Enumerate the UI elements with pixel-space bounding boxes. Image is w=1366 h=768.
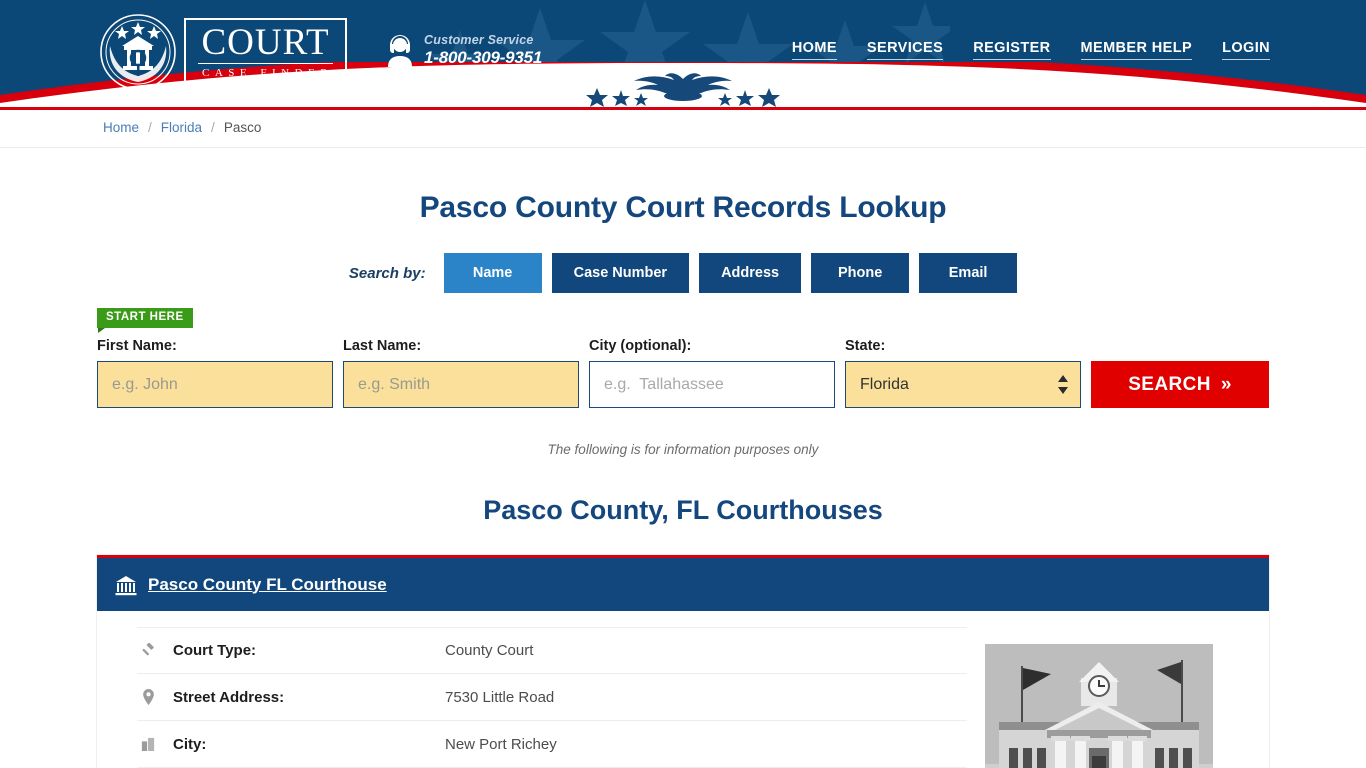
nav-item-login[interactable]: LOGIN [1222, 40, 1270, 60]
customer-service-block: Customer Service 1-800-309-9351 [386, 33, 542, 68]
section-title: Pasco County, FL Courthouses [483, 495, 883, 525]
customer-service-phone[interactable]: 1-800-309-9351 [424, 48, 542, 68]
tab-email[interactable]: Email [919, 253, 1018, 293]
nav-item-home[interactable]: HOME [791, 40, 837, 60]
search-by-label: Search by: [348, 264, 426, 282]
row-label: City: [173, 735, 207, 753]
row-label: Street Address: [173, 688, 285, 706]
search-fields-row: First Name: Last Name: City (optional): … [97, 338, 1269, 408]
table-row: Street Address: 7530 Little Road [137, 674, 967, 721]
tab-phone[interactable]: Phone [811, 253, 910, 293]
bank-courthouse-icon [115, 575, 137, 595]
historic-courthouse-photo [985, 644, 1213, 768]
row-label: Court Type: [173, 642, 257, 659]
courthouse-photo [985, 644, 1213, 768]
breadcrumb: Home / Florida / Pasco [103, 120, 261, 135]
main-content: Pasco County Court Records Lookup Search… [0, 148, 1366, 768]
breadcrumb-item-pasco: Pasco [223, 120, 262, 135]
breadcrumb-separator: / [211, 120, 215, 135]
courthouse-title-link[interactable]: Pasco County FL Courthouse [148, 575, 387, 595]
table-row: City: New Port Richey [137, 721, 967, 768]
last-name-label: Last Name: [343, 338, 422, 354]
table-row: Court Type: County Court [137, 627, 967, 674]
first-name-field-group: First Name: [97, 338, 333, 408]
row-value: 7530 Little Road [445, 688, 555, 706]
header-red-divider [0, 107, 1366, 110]
start-here-badge: START HERE [97, 308, 193, 333]
search-button[interactable]: SEARCH » [1091, 361, 1269, 408]
logo-word: COURT [198, 24, 334, 64]
search-form: START HERE First Name: Last Name: City (… [97, 293, 1269, 408]
headset-support-icon [388, 34, 412, 67]
courthouse-detail-rows: Court Type: County Court Street Address:… [97, 611, 967, 768]
courthouse-card-body: Court Type: County Court Street Address:… [97, 611, 1269, 768]
last-name-input[interactable] [343, 361, 579, 408]
search-button-chevron-icon: » [1220, 373, 1232, 395]
breadcrumb-item-florida[interactable]: Florida [161, 120, 202, 135]
nav-item-services[interactable]: SERVICES [866, 40, 944, 60]
state-label: State: [845, 338, 886, 354]
breadcrumb-separator: / [148, 120, 152, 135]
breadcrumb-bar: Home / Florida / Pasco [0, 110, 1366, 148]
city-input[interactable] [589, 361, 835, 408]
map-pin-icon [137, 689, 159, 705]
disclaimer-text: The following is for information purpose… [547, 442, 819, 457]
breadcrumb-item-home[interactable]: Home [103, 120, 139, 135]
state-select[interactable]: Florida [845, 361, 1081, 408]
gavel-icon [137, 642, 159, 659]
courthouse-card-header: Pasco County FL Courthouse [97, 558, 1269, 611]
logo-subword: CASE FINDER [202, 67, 334, 79]
search-button-label: SEARCH [1128, 373, 1211, 395]
city-field-group: City (optional): [589, 338, 835, 408]
state-field-group: State: Florida [845, 338, 1081, 408]
search-by-tabs: Search by: Name Case Number Address Phon… [0, 253, 1366, 293]
city-icon [137, 737, 159, 751]
main-navigation: HOME SERVICES REGISTER MEMBER HELP LOGIN [791, 40, 1270, 60]
site-logo[interactable]: COURT CASE FINDER [98, 10, 350, 94]
first-name-label: First Name: [97, 338, 177, 354]
site-header: COURT CASE FINDER Customer Service 1-800… [0, 0, 1366, 110]
first-name-input[interactable] [97, 361, 333, 408]
row-value: New Port Richey [445, 735, 557, 753]
page-title: Pasco County Court Records Lookup [419, 191, 947, 224]
logo-wordmark: COURT CASE FINDER [184, 18, 348, 86]
nav-item-register[interactable]: REGISTER [973, 40, 1051, 60]
row-value: County Court [445, 642, 534, 659]
last-name-field-group: Last Name: [343, 338, 579, 408]
city-label: City (optional): [589, 338, 692, 354]
courthouse-card: Pasco County FL Courthouse Court Type: C [97, 555, 1269, 768]
nav-item-member-help[interactable]: MEMBER HELP [1080, 40, 1193, 60]
tab-name[interactable]: Name [443, 253, 542, 293]
tab-case-number[interactable]: Case Number [551, 253, 690, 293]
court-seal-icon [100, 14, 176, 90]
customer-service-label: Customer Service [424, 33, 534, 47]
tab-address[interactable]: Address [699, 253, 802, 293]
